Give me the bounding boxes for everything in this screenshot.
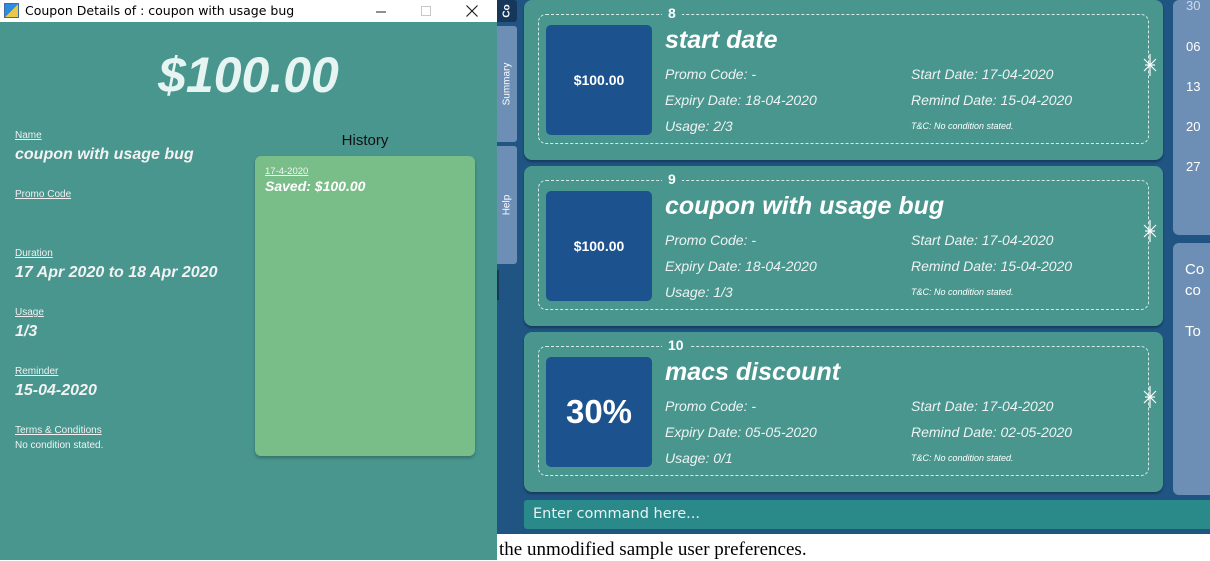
summary-text: Co bbox=[1185, 261, 1205, 278]
side-divider bbox=[497, 270, 499, 300]
name-label: Name bbox=[15, 130, 42, 141]
coupon-usage: Usage: 2/3 bbox=[665, 118, 733, 134]
duration-value: 17 Apr 2020 to 18 Apr 2020 bbox=[15, 264, 218, 281]
coupon-name: coupon with usage bug bbox=[665, 192, 945, 220]
coupon-start-date: Start Date: 17-04-2020 bbox=[911, 66, 1054, 82]
reminder-value: 15-04-2020 bbox=[15, 382, 97, 399]
coupon-amount: $100.00 bbox=[158, 47, 339, 103]
close-icon bbox=[466, 5, 478, 17]
coupon-expiry-date: Expiry Date: 18-04-2020 bbox=[665, 258, 817, 274]
maximize-button[interactable] bbox=[403, 0, 449, 22]
coupon-value: $100.00 bbox=[546, 25, 652, 135]
coupon-name: macs discount bbox=[665, 358, 841, 386]
calendar-day[interactable]: 13 bbox=[1186, 79, 1200, 94]
app-icon bbox=[4, 3, 19, 18]
coupon-terms: T&C: No condition stated. bbox=[911, 287, 1014, 297]
promo-code-label: Promo Code bbox=[15, 189, 72, 200]
coupon-card[interactable]: 8 $100.00 start date Promo Code: - Start… bbox=[524, 0, 1163, 160]
coupon-terms: T&C: No condition stated. bbox=[911, 453, 1014, 463]
title-bar: Coupon Details of : coupon with usage bu… bbox=[0, 0, 497, 22]
calendar-day[interactable]: 27 bbox=[1186, 159, 1200, 174]
minimize-icon bbox=[375, 11, 386, 12]
name-value: coupon with usage bug bbox=[15, 146, 194, 163]
history-panel: 17-4-2020 Saved: $100.00 bbox=[255, 156, 475, 456]
archive-icon[interactable] bbox=[1143, 54, 1157, 76]
coupon-name: start date bbox=[665, 26, 778, 54]
usage-value: 1/3 bbox=[15, 323, 38, 340]
coupon-index: 10 bbox=[662, 337, 690, 353]
history-heading: History bbox=[341, 132, 389, 149]
coupon-usage: Usage: 1/3 bbox=[665, 284, 733, 300]
calendar-day[interactable]: 20 bbox=[1186, 119, 1200, 134]
maximize-icon bbox=[420, 5, 431, 16]
coupon-start-date: Start Date: 17-04-2020 bbox=[911, 232, 1054, 248]
coupon-expiry-date: Expiry Date: 18-04-2020 bbox=[665, 92, 817, 108]
summary-text: co bbox=[1185, 282, 1201, 299]
coupon-remind-date: Remind Date: 15-04-2020 bbox=[911, 258, 1073, 274]
coupon-start-date: Start Date: 17-04-2020 bbox=[911, 398, 1054, 414]
coupon-promo-code: Promo Code: - bbox=[665, 66, 757, 82]
coupon-card[interactable]: 10 30% macs discount Promo Code: - Start… bbox=[524, 332, 1163, 492]
coupon-value: $100.00 bbox=[546, 191, 652, 301]
close-button[interactable] bbox=[449, 0, 495, 22]
terms-label: Terms & Conditions bbox=[15, 425, 102, 436]
coupon-expiry-date: Expiry Date: 05-05-2020 bbox=[665, 424, 817, 440]
minimize-button[interactable] bbox=[358, 0, 404, 22]
coupon-usage: Usage: 0/1 bbox=[665, 450, 733, 466]
calendar-day[interactable]: 06 bbox=[1186, 39, 1200, 54]
coupon-details-window: Coupon Details of : coupon with usage bu… bbox=[0, 0, 497, 560]
coupon-card[interactable]: 9 $100.00 coupon with usage bug Promo Co… bbox=[524, 166, 1163, 326]
coupon-index: 8 bbox=[662, 5, 682, 21]
tab-coupons[interactable]: Co bbox=[497, 0, 517, 22]
window-title: Coupon Details of : coupon with usage bu… bbox=[25, 3, 295, 18]
coupon-promo-code: Promo Code: - bbox=[665, 232, 757, 248]
tab-help-label: Help bbox=[501, 194, 513, 216]
reminder-label: Reminder bbox=[15, 366, 59, 377]
coupon-terms: T&C: No condition stated. bbox=[911, 121, 1014, 131]
usage-label: Usage bbox=[15, 307, 44, 318]
console-output: the unmodified sample user preferences. bbox=[499, 539, 807, 560]
coupon-index: 9 bbox=[662, 171, 682, 187]
coupon-remind-date: Remind Date: 15-04-2020 bbox=[911, 92, 1073, 108]
tab-coupons-label: Co bbox=[501, 4, 513, 18]
tab-help[interactable]: Help bbox=[497, 146, 517, 264]
history-entry-date: 17-4-2020 bbox=[265, 166, 309, 177]
summary-text: To bbox=[1185, 323, 1201, 340]
coupon-promo-code: Promo Code: - bbox=[665, 398, 757, 414]
calendar-panel: 30 06 13 20 27 bbox=[1173, 0, 1210, 235]
summary-panel: Co co To bbox=[1173, 243, 1210, 495]
tab-summary-label: Summary bbox=[501, 62, 513, 106]
duration-label: Duration bbox=[15, 248, 53, 259]
archive-icon[interactable] bbox=[1143, 220, 1157, 242]
coupon-remind-date: Remind Date: 02-05-2020 bbox=[911, 424, 1073, 440]
calendar-day[interactable]: 30 bbox=[1186, 0, 1200, 13]
terms-value: No condition stated. bbox=[15, 440, 104, 451]
command-input[interactable]: Enter command here... bbox=[524, 500, 1210, 529]
coupon-value: 30% bbox=[546, 357, 652, 467]
app-body: Co Summary Help 8 $100.00 start date Pro… bbox=[497, 0, 1210, 534]
tab-summary[interactable]: Summary bbox=[497, 26, 517, 142]
archive-icon[interactable] bbox=[1143, 386, 1157, 408]
main-app-window: Co Summary Help 8 $100.00 start date Pro… bbox=[497, 0, 1210, 560]
history-entry-saved: Saved: $100.00 bbox=[265, 178, 366, 194]
